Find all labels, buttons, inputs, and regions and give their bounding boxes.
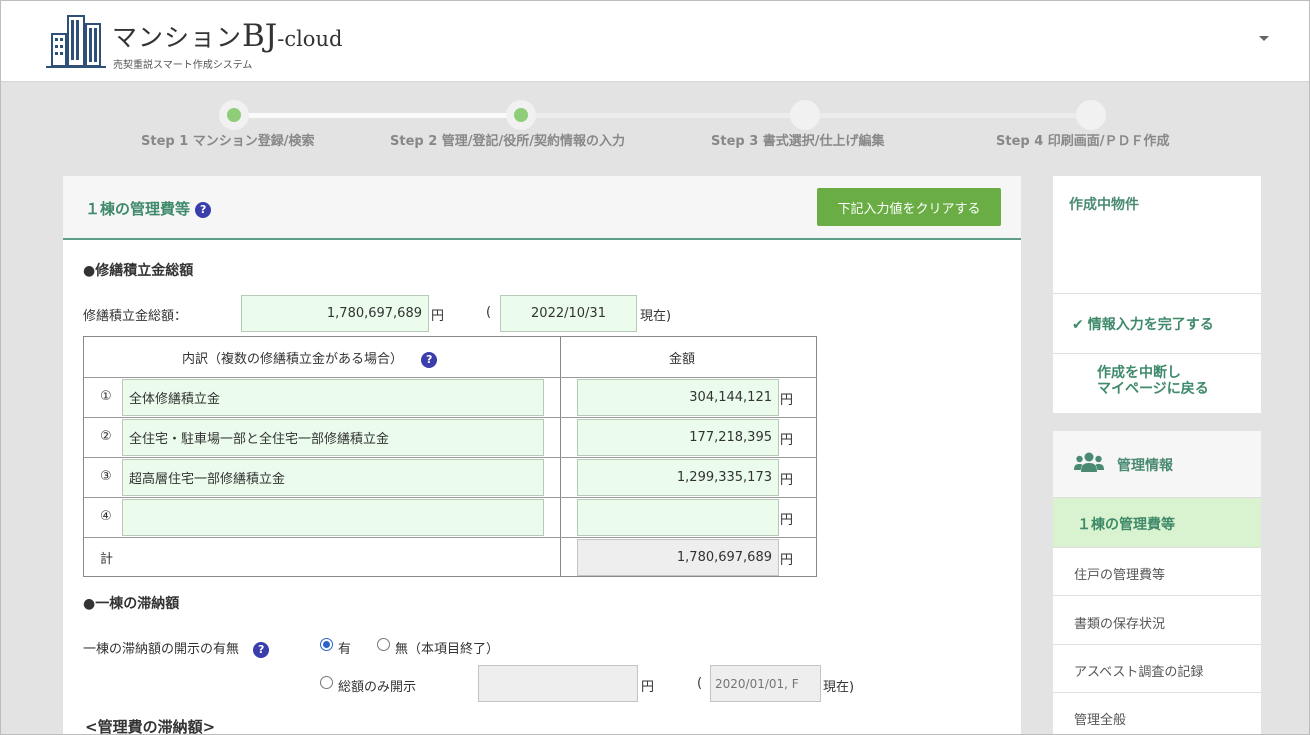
help-icon[interactable]: ? <box>421 351 438 368</box>
step-4-dot <box>1076 100 1106 130</box>
building-logo-icon <box>46 15 106 68</box>
mgmt-arrears-title: <管理費の滞納額> <box>85 718 216 735</box>
yen-unit: 円 <box>780 393 794 408</box>
step-progress-done <box>234 113 521 118</box>
arrears-date-input[interactable] <box>710 665 821 702</box>
paren-open: ( <box>697 676 703 691</box>
yen-unit: 円 <box>641 680 655 695</box>
management-info-title: 管理情報 <box>1117 458 1173 474</box>
breakdown-amount-input[interactable] <box>577 379 779 416</box>
sidebar-item-asbestos-record[interactable]: アスベスト調査の記録 <box>1053 645 1261 693</box>
column-header-amount: 金額 <box>669 352 696 367</box>
yen-unit: 円 <box>780 513 794 528</box>
help-icon[interactable]: ? <box>253 641 270 658</box>
breakdown-name-input[interactable] <box>122 379 544 416</box>
step-2-dot <box>506 100 536 130</box>
radio-disclosure-yes[interactable] <box>320 638 333 651</box>
yen-unit: 円 <box>780 433 794 448</box>
step-2-label[interactable]: Step 2 管理/登記/役所/契約情報の入力 <box>390 130 625 149</box>
suspend-return-button[interactable]: 作成を中断し マイページに戻る <box>1097 365 1209 397</box>
step-1-label[interactable]: Step 1 マンション登録/検索 <box>141 130 315 149</box>
caret-down-icon[interactable] <box>1259 36 1269 41</box>
radio-total-only-label: 総額のみ開示 <box>338 680 417 695</box>
complete-input-button[interactable]: ✔ 情報入力を完了する <box>1072 314 1214 334</box>
as-of-suffix: 現在) <box>640 309 672 324</box>
management-info-header: 管理情報 <box>1053 431 1261 498</box>
column-header-breakdown: 内訳（複数の修繕積立金がある場合） ? <box>182 348 438 368</box>
as-of-suffix: 現在) <box>823 680 855 695</box>
help-icon[interactable]: ? <box>195 201 212 218</box>
row-number: ④ <box>100 509 112 524</box>
step-3-dot <box>790 100 820 130</box>
paren-open: ( <box>486 305 492 320</box>
sidebar-item-building-fees[interactable]: １棟の管理費等 <box>1053 498 1261 548</box>
repair-fund-total-input[interactable] <box>241 295 429 332</box>
page-title: １棟の管理費等 ? <box>85 198 212 219</box>
radio-disclosure-no-label: 無（本項目終了） <box>395 642 500 657</box>
breakdown-total-output <box>577 539 779 576</box>
sidebar-item-unit-fees[interactable]: 住戸の管理費等 <box>1053 548 1261 596</box>
yen-unit: 円 <box>780 473 794 488</box>
as-of-date-input[interactable] <box>500 295 637 332</box>
card-header: １棟の管理費等 ? 下記入力値をクリアする <box>63 176 1021 240</box>
arrears-total-input[interactable] <box>478 665 638 702</box>
management-fee-card: １棟の管理費等 ? 下記入力値をクリアする ●修繕積立金総額 修繕積立金総額： … <box>63 176 1021 735</box>
yen-unit: 円 <box>780 553 794 568</box>
logo-title: マンションBJ-cloud <box>112 18 343 54</box>
sidebar-item-general-management[interactable]: 管理全般 <box>1053 693 1261 735</box>
radio-total-only[interactable] <box>320 676 333 689</box>
logo-subtitle: 売契重説スマート作成システム <box>113 60 253 71</box>
breakdown-amount-input[interactable] <box>577 459 779 496</box>
breakdown-amount-input[interactable] <box>577 499 779 536</box>
total-row-label: 計 <box>100 552 114 567</box>
app-header: マンションBJ-cloud 売契重説スマート作成システム <box>0 0 1310 82</box>
breakdown-amount-input[interactable] <box>577 419 779 456</box>
clear-inputs-button[interactable]: 下記入力値をクリアする <box>817 188 1001 226</box>
breakdown-name-input[interactable] <box>122 499 544 536</box>
sidebar-item-document-storage[interactable]: 書類の保存状況 <box>1053 597 1261 645</box>
radio-disclosure-no[interactable] <box>377 638 390 651</box>
row-number: ② <box>100 429 112 444</box>
step-4-label[interactable]: Step 4 印刷画面/ＰＤＦ作成 <box>996 130 1170 149</box>
project-panel: 作成中物件 ✔ 情報入力を完了する 作成を中断し マイページに戻る <box>1053 176 1261 413</box>
arrears-disclosure-label: 一棟の滞納額の開示の有無 ? <box>83 638 270 658</box>
management-info-nav: 管理情報 １棟の管理費等 住戸の管理費等 書類の保存状況 アスベスト調査の記録 … <box>1053 431 1261 735</box>
step-1-dot <box>219 100 249 130</box>
row-number: ③ <box>100 469 112 484</box>
yen-unit: 円 <box>431 309 445 324</box>
row-number: ① <box>100 389 112 404</box>
breakdown-name-input[interactable] <box>122 419 544 456</box>
repair-fund-breakdown-table: 内訳（複数の修繕積立金がある場合） ? 金額 ① 円 ② 円 ③ 円 ④ 円 計… <box>83 336 817 577</box>
users-icon <box>1074 452 1104 472</box>
check-icon: ✔ <box>1072 317 1084 333</box>
radio-disclosure-yes-label: 有 <box>338 642 352 657</box>
breakdown-name-input[interactable] <box>122 459 544 496</box>
step-3-label[interactable]: Step 3 書式選択/仕上げ編集 <box>711 130 885 149</box>
repair-fund-total-label: 修繕積立金総額： <box>83 309 188 324</box>
arrears-section-title: ●一棟の滞納額 <box>83 596 180 612</box>
repair-fund-section-title: ●修繕積立金総額 <box>83 263 194 279</box>
project-title: 作成中物件 <box>1069 197 1139 213</box>
